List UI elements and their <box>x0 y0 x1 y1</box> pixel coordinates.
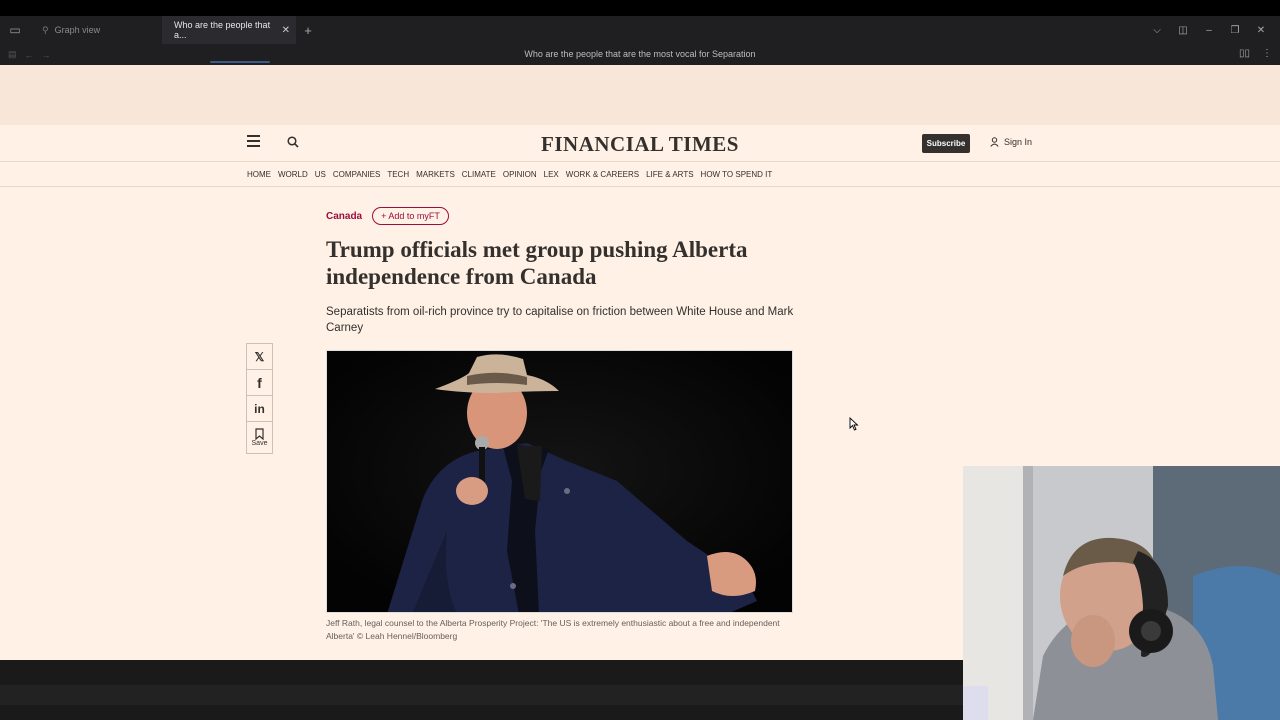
tab-label: Who are the people that a... <box>174 20 271 40</box>
restore-icon[interactable]: ❐ <box>1222 25 1248 36</box>
article-standfirst: Separatists from oil-rich province try t… <box>326 306 794 334</box>
graph-icon: ⚲ <box>42 24 49 35</box>
browser-tab-bar: ▭ ⚲ Graph view Who are the people that a… <box>0 16 1280 44</box>
nav-world[interactable]: WORLD <box>278 170 308 179</box>
close-window-icon[interactable]: ✕ <box>1248 25 1274 36</box>
image-caption: Jeff Rath, legal counsel to the Alberta … <box>326 618 780 641</box>
nav-home[interactable]: HOME <box>247 170 271 179</box>
x-icon: 𝕏 <box>254 349 265 364</box>
sidebar-toggle-icon[interactable]: ▭ <box>0 16 30 44</box>
sign-in-label: Sign In <box>1004 137 1033 147</box>
webcam-overlay <box>963 466 1280 720</box>
page-title: Who are the people that are the most voc… <box>524 49 756 59</box>
nav-markets[interactable]: MARKETS <box>416 170 455 179</box>
reader-icon[interactable]: ▯▯ <box>1239 48 1250 59</box>
ft-section-nav: HOME WORLD US COMPANIES TECH MARKETS CLI… <box>0 162 1280 187</box>
share-facebook-button[interactable]: f <box>246 369 273 396</box>
sign-in-link[interactable]: Sign In <box>990 137 1032 147</box>
minimize-icon[interactable]: – <box>1196 25 1222 36</box>
tab-graph-view[interactable]: ⚲ Graph view <box>30 16 162 44</box>
chevron-down-icon[interactable]: ⌵ <box>1144 25 1170 36</box>
tab-label: Graph view <box>54 25 101 35</box>
article-headline: Trump officials met group pushing Albert… <box>326 237 748 289</box>
tab-active-article[interactable]: Who are the people that a... ✕ <box>162 16 296 44</box>
user-icon <box>990 137 999 147</box>
close-icon[interactable]: ✕ <box>282 25 290 36</box>
nav-life-arts[interactable]: LIFE & ARTS <box>646 170 693 179</box>
new-tab-button[interactable]: + <box>296 23 320 38</box>
mouse-cursor-icon <box>849 417 859 431</box>
save-button[interactable]: Save <box>246 421 273 454</box>
webcam-feed-image <box>963 466 1280 720</box>
screen-top-border <box>0 0 1280 16</box>
save-label: Save <box>251 440 268 447</box>
layout-icon[interactable]: ◫ <box>1170 25 1196 36</box>
nav-tech[interactable]: TECH <box>387 170 409 179</box>
nav-climate[interactable]: CLIMATE <box>462 170 496 179</box>
speaker-photo <box>327 351 792 612</box>
topic-link[interactable]: Canada <box>326 211 362 222</box>
bookmark-icon <box>255 428 264 440</box>
nav-opinion[interactable]: OPINION <box>503 170 537 179</box>
add-to-myft-label: Add to myFT <box>388 211 440 221</box>
nav-lex[interactable]: LEX <box>544 170 559 179</box>
nav-work-careers[interactable]: WORK & CAREERS <box>566 170 639 179</box>
nav-us[interactable]: US <box>315 170 326 179</box>
share-linkedin-button[interactable]: in <box>246 395 273 422</box>
share-toolbar: 𝕏 f in Save <box>246 343 273 454</box>
share-x-button[interactable]: 𝕏 <box>246 343 273 370</box>
add-to-myft-button[interactable]: + Add to myFT <box>372 207 449 225</box>
ad-banner-area <box>0 65 1280 125</box>
more-options-icon[interactable]: ⋮ <box>1262 48 1272 59</box>
nav-companies[interactable]: COMPANIES <box>333 170 380 179</box>
address-bar: ▤ ← → Who are the people that are the mo… <box>0 44 1280 65</box>
ft-header: FINANCIAL TIMES Subscribe Sign In <box>0 125 1280 162</box>
article-hero-image <box>326 350 793 613</box>
subscribe-button[interactable]: Subscribe <box>922 134 970 153</box>
linkedin-icon: in <box>254 401 265 416</box>
ft-logo[interactable]: FINANCIAL TIMES <box>0 132 1280 157</box>
window-controls: ⌵ ◫ – ❐ ✕ <box>1144 16 1274 44</box>
facebook-icon: f <box>257 374 262 391</box>
article: Canada + Add to myFT Trump officials met… <box>326 206 796 643</box>
loading-indicator <box>210 61 270 63</box>
nav-how-to-spend-it[interactable]: HOW TO SPEND IT <box>701 170 773 179</box>
